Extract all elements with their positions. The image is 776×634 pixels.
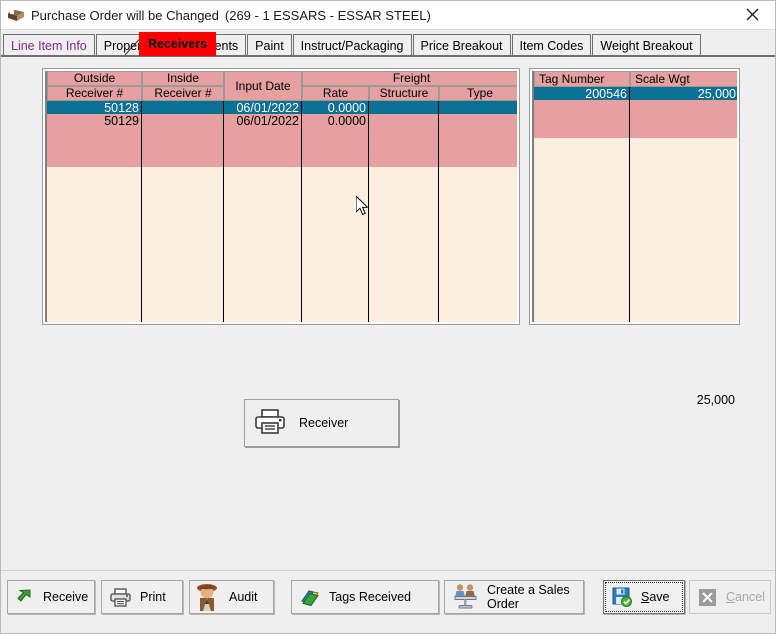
column-divider xyxy=(301,101,302,322)
tab-line-item-info[interactable]: Line Item Info xyxy=(3,34,95,56)
column-divider xyxy=(629,87,630,322)
column-divider xyxy=(438,101,439,322)
cell-inside-receiver[interactable] xyxy=(142,114,224,127)
tab-price-breakout[interactable]: Price Breakout xyxy=(412,34,511,56)
window-title: Purchase Order will be Changed xyxy=(31,7,219,23)
grid-pink-filler[interactable] xyxy=(534,100,737,138)
save-label: Save xyxy=(641,590,670,604)
receive-label: Receive xyxy=(43,590,89,604)
cancel-x-icon xyxy=(698,588,717,607)
table-row[interactable]: 200546 25,000 xyxy=(534,87,737,101)
grid-pink-filler[interactable] xyxy=(47,127,517,167)
table-row[interactable]: 50128 06/01/2022 0.0000 xyxy=(47,101,517,115)
header-scale-wgt[interactable]: Scale Wgt xyxy=(630,71,737,87)
cell-freight-structure[interactable] xyxy=(369,114,439,127)
save-button[interactable]: Save xyxy=(603,580,685,614)
header-freight-type[interactable]: Type xyxy=(439,86,517,101)
tags-grid-body: Tag Number Scale Wgt 200546 25,000 xyxy=(532,71,737,322)
cancel-label: Cancel xyxy=(726,590,765,604)
cell-outside-receiver[interactable]: 50128 xyxy=(47,101,142,115)
printer-icon xyxy=(255,408,285,438)
cell-freight-structure[interactable] xyxy=(369,101,439,114)
cell-tag-number[interactable]: 200546 xyxy=(534,87,630,101)
cell-input-date[interactable]: 06/01/2022 xyxy=(224,114,302,128)
create-sales-order-button[interactable]: Create a Sales Order xyxy=(444,580,584,614)
cell-input-date[interactable]: 06/01/2022 xyxy=(224,101,302,115)
print-label: Print xyxy=(140,590,166,604)
package-box-icon xyxy=(7,7,25,23)
cell-freight-type[interactable] xyxy=(439,114,517,127)
header-outside-line2[interactable]: Receiver # xyxy=(47,86,142,101)
tab-item-codes[interactable]: Item Codes xyxy=(511,34,592,56)
cell-scale-wgt[interactable]: 25,000 xyxy=(630,87,737,101)
receive-button[interactable]: Receive xyxy=(7,580,95,614)
print-button[interactable]: Print xyxy=(101,580,183,614)
action-bar: Receive Print Audit Tags Received Create… xyxy=(1,570,775,633)
window-subtitle: (269 - 1 ESSARS - ESSAR STEEL) xyxy=(224,7,431,23)
receivers-grid-body: Outside Inside Input Date Freight Receiv… xyxy=(45,71,517,322)
column-divider xyxy=(223,101,224,322)
detective-icon xyxy=(194,582,220,612)
create-sales-order-line1: Create a Sales xyxy=(487,583,570,597)
close-icon xyxy=(746,8,759,21)
create-sales-order-label: Create a Sales Order xyxy=(487,583,570,611)
cancel-button[interactable]: Cancel xyxy=(689,580,771,614)
tab-paint[interactable]: Paint xyxy=(247,34,292,56)
header-freight-structure[interactable]: Structure xyxy=(369,86,439,101)
header-freight-rate[interactable]: Rate xyxy=(302,86,369,101)
audit-label: Audit xyxy=(229,590,258,604)
cell-outside-receiver[interactable]: 50129 xyxy=(47,114,142,128)
tab-weight-breakout[interactable]: Weight Breakout xyxy=(592,34,701,56)
tags-received-button[interactable]: Tags Received xyxy=(291,580,439,614)
application-window: Purchase Order will be Changed (269 - 1 … xyxy=(0,0,776,634)
header-outside-line1[interactable]: Outside xyxy=(47,71,142,86)
total-scale-weight: 25,000 xyxy=(696,393,735,407)
create-sales-order-line2: Order xyxy=(487,597,519,611)
books-icon xyxy=(300,587,320,607)
tab-receivers[interactable]: Receivers xyxy=(139,32,217,56)
green-arrow-icon xyxy=(16,588,34,606)
cell-freight-rate[interactable]: 0.0000 xyxy=(302,114,369,128)
cell-inside-receiver[interactable] xyxy=(142,101,224,114)
tab-content-receivers: Outside Inside Input Date Freight Receiv… xyxy=(1,56,775,570)
cell-freight-rate[interactable]: 0.0000 xyxy=(302,101,369,115)
sales-order-icon xyxy=(453,583,478,611)
save-disk-icon xyxy=(612,587,632,607)
tab-bar: Line Item Info Properties Comments Paint… xyxy=(1,30,775,56)
receivers-grid[interactable]: Outside Inside Input Date Freight Receiv… xyxy=(42,68,520,325)
cell-freight-type[interactable] xyxy=(439,101,517,114)
audit-button[interactable]: Audit xyxy=(189,580,274,614)
column-divider xyxy=(368,101,369,322)
header-inside-line2[interactable]: Receiver # xyxy=(142,86,224,101)
close-button[interactable] xyxy=(730,1,775,28)
tab-instruct-packaging[interactable]: Instruct/Packaging xyxy=(292,34,412,56)
print-receiver-button[interactable]: Receiver xyxy=(244,399,399,447)
header-input-date[interactable]: Input Date xyxy=(224,71,302,101)
tags-grid[interactable]: Tag Number Scale Wgt 200546 25,000 xyxy=(529,68,740,325)
printer-icon xyxy=(110,587,131,607)
title-bar: Purchase Order will be Changed (269 - 1 … xyxy=(1,1,775,30)
print-receiver-label: Receiver xyxy=(299,416,349,430)
column-divider xyxy=(141,101,142,322)
header-tag-number[interactable]: Tag Number xyxy=(534,71,630,87)
table-row[interactable]: 50129 06/01/2022 0.0000 xyxy=(47,114,517,128)
tags-received-label: Tags Received xyxy=(329,590,411,604)
header-freight[interactable]: Freight xyxy=(302,71,517,86)
header-inside-line1[interactable]: Inside xyxy=(142,71,224,86)
